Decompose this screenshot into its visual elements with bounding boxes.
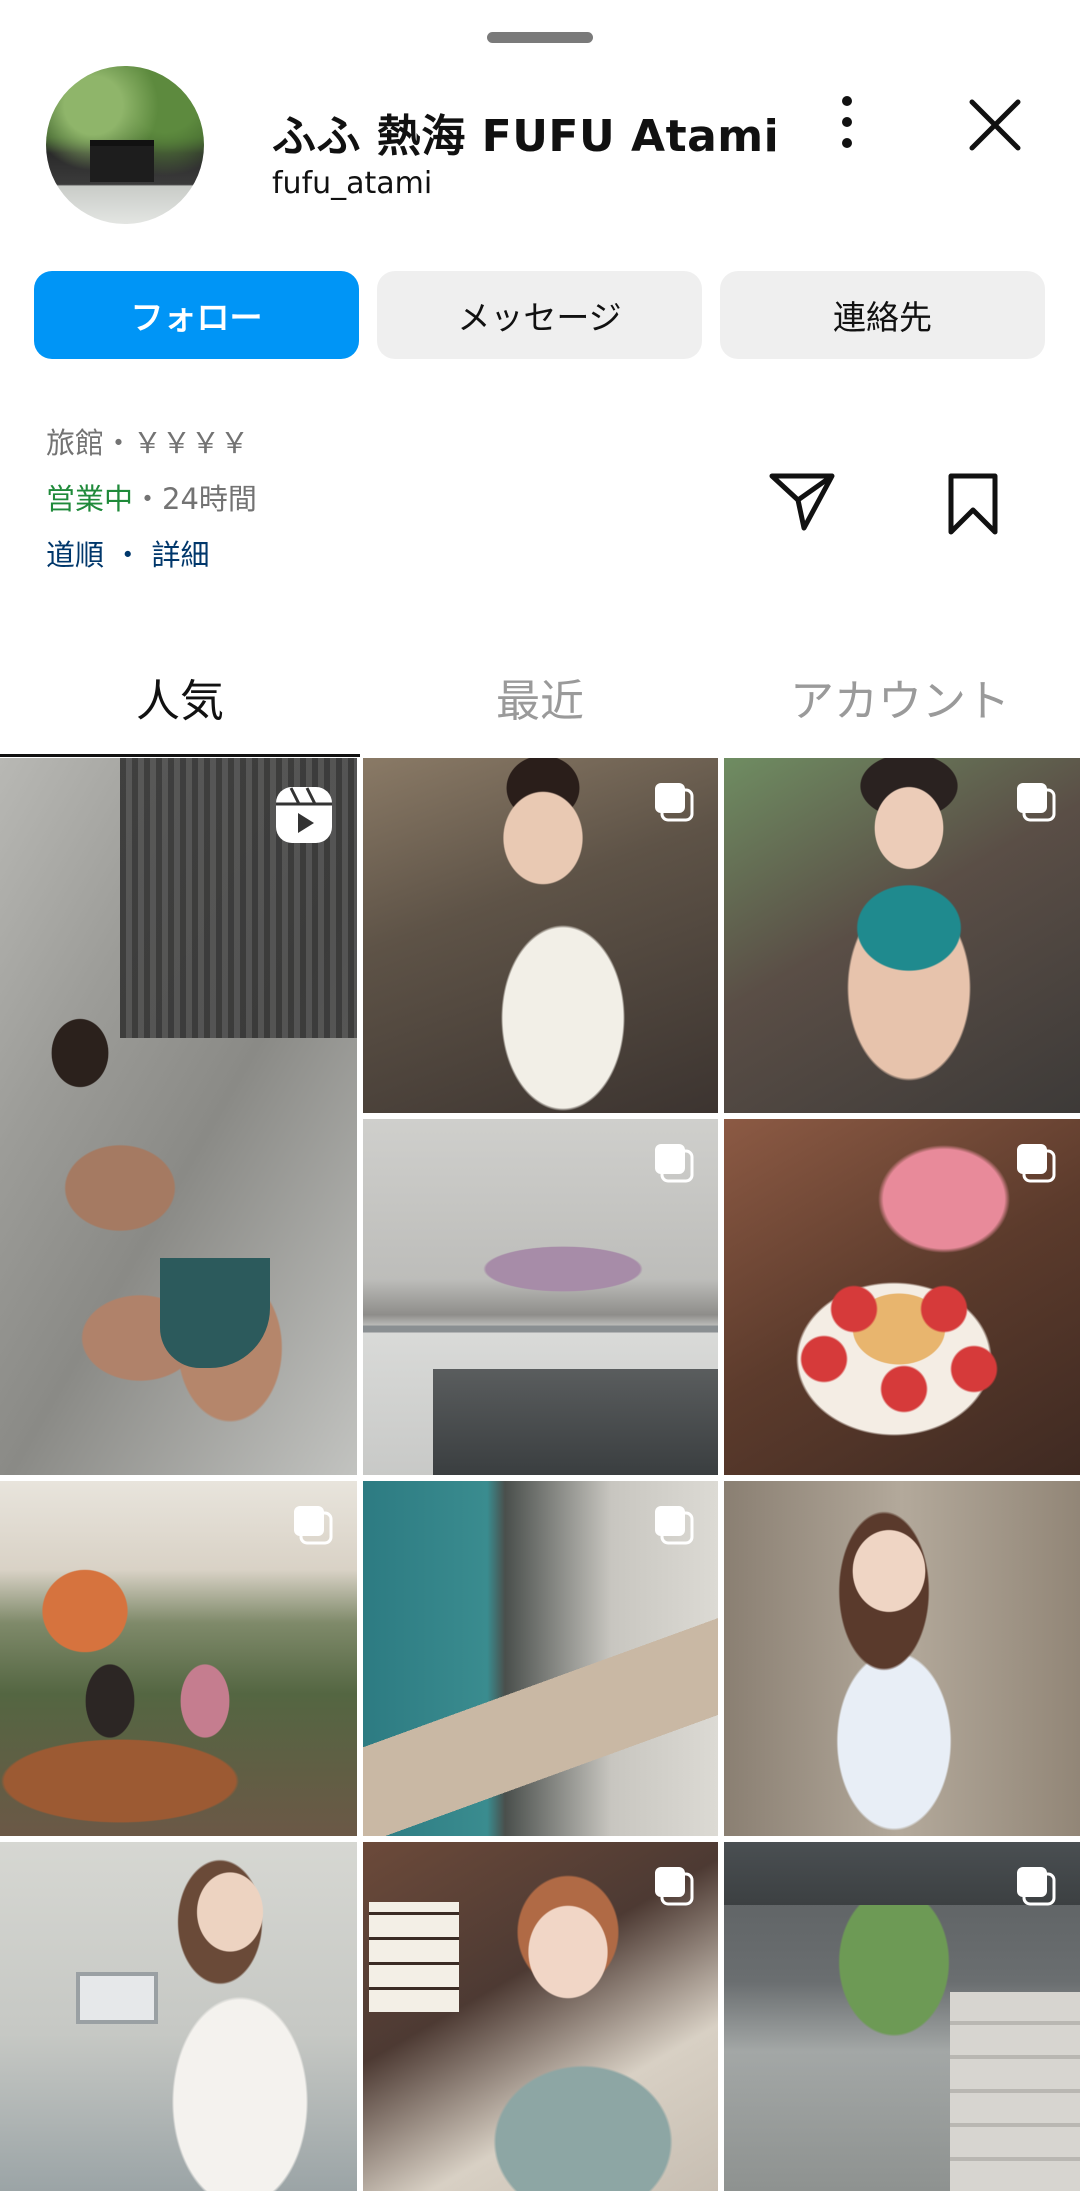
- link-separator: ・: [104, 538, 152, 572]
- grid-post[interactable]: [0, 758, 357, 1475]
- active-tab-indicator: [0, 754, 360, 757]
- follow-button[interactable]: フォロー: [34, 271, 359, 359]
- carousel-icon: [655, 1867, 694, 1906]
- page-title: ふふ 熱海 FUFU Atami: [272, 111, 780, 162]
- dot: [842, 138, 852, 148]
- carousel-icon: [1017, 783, 1056, 822]
- tab-account[interactable]: アカウント: [720, 662, 1080, 732]
- carousel-icon: [1017, 1144, 1056, 1183]
- grid-post[interactable]: [0, 1842, 357, 2191]
- category-price: 旅館・￥￥￥￥: [46, 426, 250, 460]
- avatar[interactable]: [46, 66, 204, 224]
- close-icon[interactable]: [964, 94, 1026, 156]
- carousel-icon: [655, 1144, 694, 1183]
- grid-post[interactable]: [724, 1842, 1080, 2191]
- username-link[interactable]: fufu_atami: [272, 166, 432, 201]
- dot: [842, 96, 852, 106]
- carousel-icon: [1017, 1867, 1056, 1906]
- carousel-icon: [655, 1506, 694, 1545]
- grid-post[interactable]: [724, 1481, 1080, 1836]
- more-options-icon[interactable]: [832, 92, 862, 152]
- grid-post[interactable]: [363, 1481, 718, 1836]
- directions-link[interactable]: 道順: [46, 538, 104, 572]
- dot: [842, 117, 852, 127]
- message-button[interactable]: メッセージ: [377, 271, 702, 359]
- grid-post[interactable]: [363, 758, 718, 1113]
- details-link[interactable]: 詳細: [151, 538, 209, 572]
- photo-detail: [369, 1902, 459, 2012]
- photo-detail: [433, 1369, 718, 1475]
- drag-handle[interactable]: [487, 32, 593, 43]
- photo-detail: [950, 1992, 1080, 2191]
- bookmark-icon[interactable]: [946, 472, 1000, 536]
- location-sheet: ふふ 熱海 FUFU Atami fufu_atami フォロー メッセージ 連…: [0, 0, 1080, 2191]
- photo-detail: [160, 1258, 270, 1368]
- carousel-icon: [294, 1506, 333, 1545]
- hours-line: 営業中・24時間: [46, 476, 257, 518]
- grid-post[interactable]: [363, 1119, 718, 1475]
- photo-detail: [76, 1972, 158, 2024]
- grid-post[interactable]: [0, 1481, 357, 1836]
- links-line: 道順 ・ 詳細: [46, 532, 209, 574]
- grid-post[interactable]: [363, 1842, 718, 2191]
- send-icon[interactable]: [768, 470, 836, 534]
- grid-post[interactable]: [724, 758, 1080, 1113]
- carousel-icon: [655, 783, 694, 822]
- avatar-building: [90, 140, 154, 182]
- tab-recent[interactable]: 最近: [360, 662, 720, 732]
- hours-text: ・24時間: [133, 482, 257, 516]
- contact-button[interactable]: 連絡先: [720, 271, 1045, 359]
- grid-post[interactable]: [724, 1119, 1080, 1475]
- open-status: 営業中: [46, 482, 134, 516]
- tab-popular[interactable]: 人気: [0, 662, 360, 732]
- reels-icon: [276, 787, 332, 843]
